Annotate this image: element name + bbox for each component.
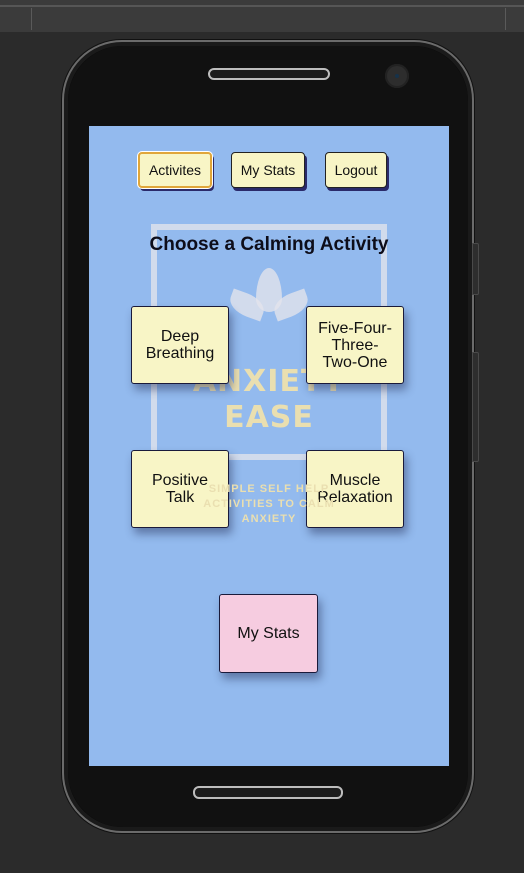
front-camera-icon: [385, 64, 409, 88]
app-screen: Activites My Stats Logout ANXIETY EASE C…: [89, 126, 449, 766]
speaker-grille: [208, 68, 330, 80]
power-button[interactable]: [472, 352, 479, 462]
ide-toolbar: [0, 0, 524, 32]
page-title: Choose a Calming Activity: [149, 234, 389, 255]
activity-deep-breathing-button[interactable]: Deep Breathing: [131, 306, 229, 384]
my-stats-button[interactable]: My Stats: [219, 594, 318, 673]
toolbar-separator: [505, 8, 506, 30]
logo-tagline: SIMPLE SELF HELP ACTIVITIES TO CALM ANXI…: [203, 483, 335, 525]
my-stats-nav-button[interactable]: My Stats: [231, 152, 305, 188]
activity-five-four-three-two-one-button[interactable]: Five-Four- Three- Two-One: [306, 306, 404, 384]
toolbar-separator: [31, 8, 32, 30]
home-button[interactable]: [193, 786, 343, 799]
volume-button[interactable]: [472, 243, 479, 295]
logout-button[interactable]: Logout: [325, 152, 387, 188]
toolbar-divider: [0, 5, 524, 7]
activities-nav-button[interactable]: Activites: [138, 152, 212, 188]
